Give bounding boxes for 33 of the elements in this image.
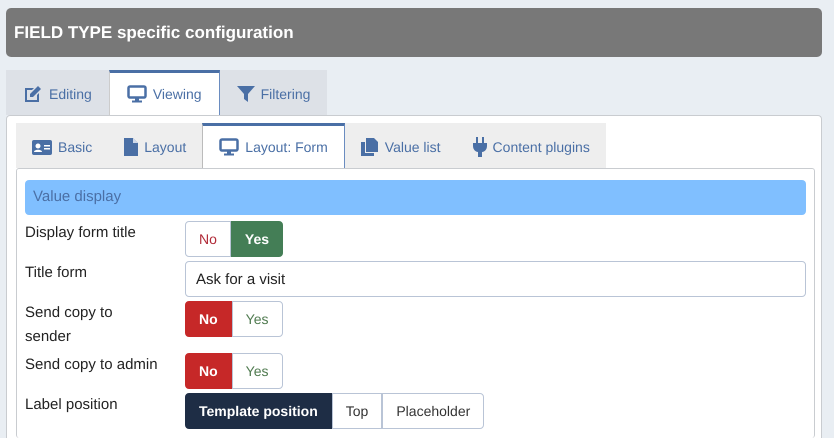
option-button[interactable]: Template position <box>185 393 332 429</box>
option-button[interactable]: Yes <box>230 221 284 257</box>
tab[interactable]: Layout <box>108 123 202 168</box>
field-label: Send copy to sender <box>25 303 114 347</box>
tab[interactable]: Viewing <box>108 70 220 115</box>
section-title: Value display <box>33 187 122 208</box>
option-button[interactable]: No <box>185 301 232 337</box>
tab[interactable]: Value list <box>344 123 457 168</box>
tab[interactable]: Layout: Form <box>202 123 345 168</box>
header-title: FIELD TYPE specific configuration <box>14 22 294 44</box>
field-label: Title form <box>25 263 88 283</box>
plug-icon <box>472 137 487 157</box>
tab[interactable]: Filtering <box>220 70 328 115</box>
monitor-icon <box>126 85 147 103</box>
tab[interactable]: Editing <box>6 70 109 115</box>
tab[interactable]: Basic <box>16 123 108 168</box>
tab[interactable]: Content plugins <box>456 123 606 168</box>
funnel-icon <box>236 85 255 103</box>
id-card-icon <box>32 140 52 154</box>
option-button[interactable]: Top <box>332 393 382 429</box>
field-label: Label position <box>25 395 119 415</box>
option-button[interactable]: Yes <box>232 353 283 389</box>
monitor-icon <box>219 138 240 156</box>
files-icon <box>360 138 379 156</box>
input-field[interactable]: Ask for a visit <box>185 261 806 297</box>
option-button[interactable]: Yes <box>232 301 283 337</box>
option-button[interactable]: No <box>185 221 231 257</box>
option-button[interactable]: Placeholder <box>382 393 484 429</box>
pencil-square-icon <box>23 85 43 103</box>
field-label: Display form title <box>25 223 137 243</box>
file-icon <box>124 138 138 156</box>
field-label: Send copy to admin <box>25 355 159 375</box>
option-button[interactable]: No <box>185 353 232 389</box>
